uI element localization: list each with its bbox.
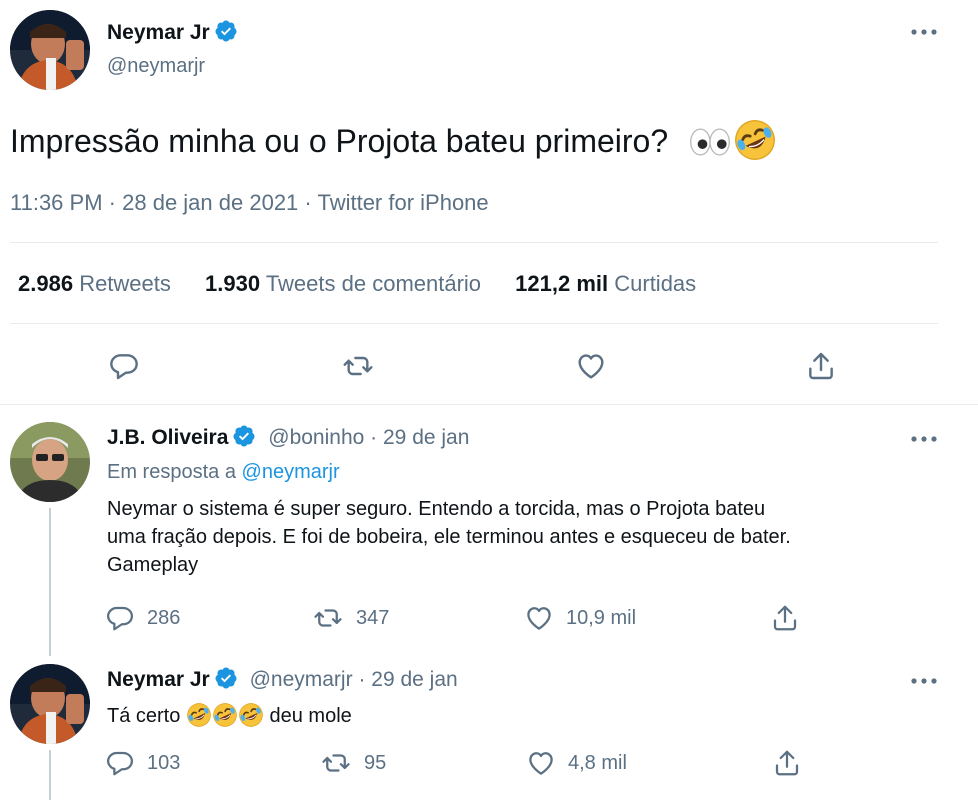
meta-separator: · (108, 190, 116, 215)
verified-badge-icon (232, 424, 256, 448)
like-button[interactable]: 10,9 mil (524, 603, 636, 633)
reply-button[interactable] (108, 350, 140, 382)
quote-count: 1.930 (205, 271, 261, 296)
likes-count: 121,2 mil (515, 271, 609, 296)
tweet-text-line: Gameplay (107, 554, 199, 576)
rofl-emoji (238, 702, 264, 728)
share-icon (772, 748, 802, 778)
author-handle[interactable]: @neymarjr (107, 53, 205, 79)
like-button[interactable] (574, 350, 608, 382)
tweet-stats: 2.986 Retweets 1.930 Tweets de comentári… (18, 270, 696, 298)
verified-badge-icon (214, 666, 238, 690)
tweet-date[interactable]: 29 de jan (383, 426, 469, 449)
meta-separator: · (304, 190, 312, 215)
more-options-icon[interactable] (910, 27, 938, 37)
retweet-count: 347 (356, 606, 390, 629)
retweets-stat[interactable]: 2.986 Retweets (18, 271, 171, 296)
divider (0, 404, 978, 405)
share-button[interactable] (770, 603, 800, 633)
tweet-text: Tá certo deu mole (107, 702, 352, 730)
divider (10, 242, 938, 243)
like-count: 4,8 mil (568, 751, 627, 774)
rofl-emoji (212, 702, 238, 728)
meta-separator: · (370, 426, 378, 449)
author-handle[interactable]: @neymarjr (250, 668, 353, 691)
author-name[interactable]: J.B. Oliveira (107, 426, 228, 449)
retweets-count: 2.986 (18, 271, 74, 296)
tweet-text: Impressão minha ou o Projota bateu prime… (10, 118, 777, 163)
avatar[interactable] (10, 422, 90, 502)
likes-stat[interactable]: 121,2 mil Curtidas (515, 271, 696, 296)
reply-icon (108, 350, 140, 382)
retweet-count: 95 (364, 751, 387, 774)
tweet-text-content: Impressão minha ou o Projota bateu prime… (10, 123, 669, 159)
share-button[interactable] (804, 350, 838, 382)
retweet-icon (320, 748, 352, 778)
tweet-text-after: deu mole (269, 705, 352, 727)
tweet-text-line: Neymar o sistema é super seguro. Entendo… (107, 498, 766, 520)
more-options-icon[interactable] (910, 434, 938, 444)
author-handle[interactable]: @boninho (268, 426, 364, 449)
more-options-icon[interactable] (910, 676, 938, 686)
retweet-icon (340, 350, 376, 382)
reply-count: 103 (147, 751, 181, 774)
reply-to-link[interactable]: @neymarjr (242, 461, 340, 483)
tweet-text-before: Tá certo (107, 705, 181, 727)
like-button[interactable]: 4,8 mil (526, 748, 627, 778)
share-button[interactable] (772, 748, 802, 778)
tweet-source[interactable]: Twitter for iPhone (317, 190, 488, 215)
divider (10, 323, 938, 324)
tweet-date[interactable]: 28 de jan de 2021 (122, 190, 298, 215)
retweet-button[interactable]: 347 (312, 603, 389, 633)
reply-count: 286 (147, 606, 181, 629)
like-icon (524, 603, 554, 633)
share-icon (804, 350, 838, 382)
tweet-date[interactable]: 29 de jan (371, 668, 457, 691)
retweet-icon (312, 603, 344, 633)
retweets-label: Retweets (79, 271, 171, 296)
likes-label: Curtidas (614, 271, 697, 296)
author-name[interactable]: Neymar Jr (107, 668, 210, 691)
quote-tweets-stat[interactable]: 1.930 Tweets de comentário (205, 271, 481, 296)
tweet-text: Neymar o sistema é super seguro. Entendo… (107, 495, 791, 579)
meta-separator: · (358, 668, 366, 691)
like-icon (574, 350, 608, 382)
rofl-emoji (733, 118, 777, 162)
reply-icon (105, 748, 135, 778)
tweet-time[interactable]: 11:36 PM (10, 190, 103, 215)
share-icon (770, 603, 800, 633)
retweet-button[interactable] (340, 350, 376, 382)
like-icon (526, 748, 556, 778)
eyes-emoji (687, 127, 733, 157)
reply-context: Em resposta a @neymarjr (107, 458, 340, 486)
retweet-button[interactable]: 95 (320, 748, 386, 778)
reply-button[interactable]: 286 (105, 603, 180, 633)
author-name[interactable]: Neymar Jr (107, 21, 210, 44)
verified-badge-icon (214, 19, 238, 43)
reply-button[interactable]: 103 (105, 748, 180, 778)
avatar[interactable] (10, 10, 90, 90)
reply-icon (105, 603, 135, 633)
quote-label: Tweets de comentário (265, 271, 482, 296)
thread-line (49, 750, 51, 800)
like-count: 10,9 mil (566, 606, 637, 629)
reply-prefix: Em resposta a (107, 461, 236, 483)
tweet-text-line: uma fração depois. E foi de bobeira, ele… (107, 526, 791, 548)
avatar[interactable] (10, 664, 90, 744)
thread-line (49, 508, 51, 656)
tweet-meta: 11:36 PM · 28 de jan de 2021 · Twitter f… (10, 189, 489, 217)
rofl-emoji (186, 702, 212, 728)
